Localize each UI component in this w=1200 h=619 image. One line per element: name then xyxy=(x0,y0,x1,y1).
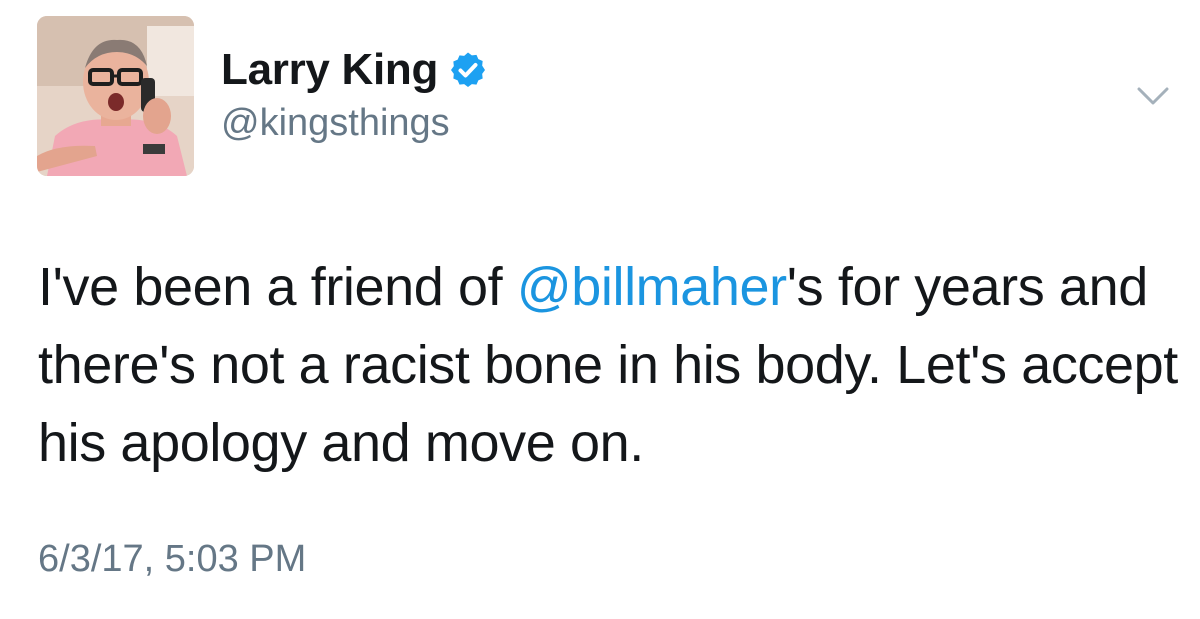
display-name[interactable]: Larry King xyxy=(221,45,438,95)
chevron-down-icon[interactable] xyxy=(1136,84,1170,108)
handle[interactable]: @kingsthings xyxy=(221,102,488,145)
timestamp[interactable]: 6/3/17, 5:03 PM xyxy=(38,538,306,581)
author-block: Larry King @kingsthings xyxy=(221,40,488,145)
tweet-card: Larry King @kingsthings I've been a frie… xyxy=(0,0,1200,619)
avatar-photo xyxy=(37,16,194,176)
name-row: Larry King xyxy=(221,40,488,100)
verified-badge-icon xyxy=(448,50,488,90)
tweet-text-part: I've been a friend of xyxy=(38,257,517,317)
avatar[interactable] xyxy=(37,16,194,176)
mention-link[interactable]: @billmaher xyxy=(517,257,787,317)
tweet-text: I've been a friend of @billmaher's for y… xyxy=(38,248,1178,482)
